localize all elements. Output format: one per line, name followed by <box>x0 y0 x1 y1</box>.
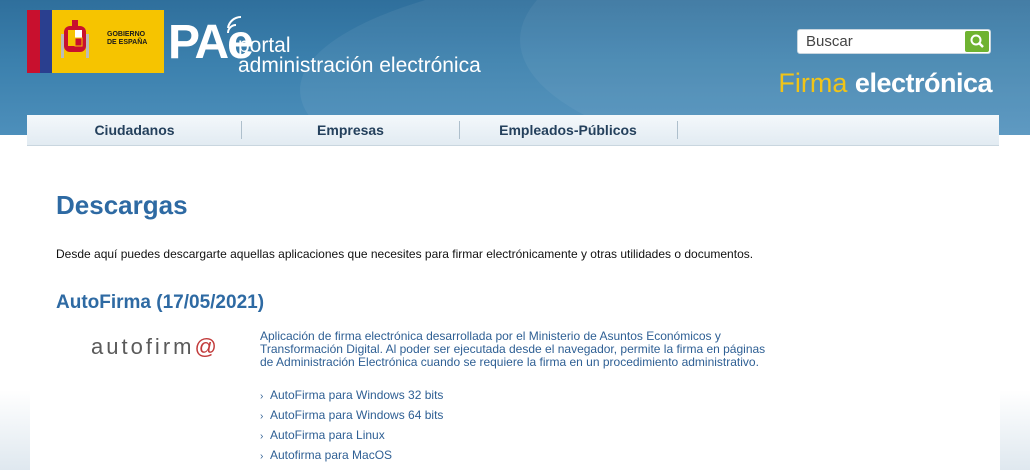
gov-logo-line-2: DE ESPAÑA <box>107 39 148 46</box>
page-shadow-right <box>1000 390 1030 470</box>
firma-title-part-2: electrónica <box>854 68 993 98</box>
chevron-right-icon: › <box>260 411 264 422</box>
firma-title-part-1: Firma <box>778 68 848 98</box>
download-links: › AutoFirma para Windows 32 bits › AutoFir… <box>260 386 443 466</box>
link-label[interactable]: AutoFirma para Linux <box>270 428 385 442</box>
page-shadow-left <box>0 390 30 470</box>
autofirma-logo-at: @ <box>194 334 220 359</box>
eu-stripe: ★ ★ ★ <box>40 10 63 73</box>
nav-item-empleados-publicos[interactable]: Empleados-Públicos <box>459 115 677 145</box>
download-link-linux[interactable]: › AutoFirma para Linux <box>260 426 443 446</box>
autofirma-logo: autofirm@ <box>91 334 220 360</box>
firma-electronica-title: Firma electrónica <box>778 67 992 99</box>
download-link-windows-64[interactable]: › AutoFirma para Windows 64 bits <box>260 406 443 426</box>
nav-separator <box>677 121 678 139</box>
main-nav: Ciudadanos Empresas Empleados-Públicos <box>27 115 999 146</box>
search-button[interactable] <box>965 31 989 52</box>
coat-of-arms-icon <box>61 20 89 58</box>
chevron-right-icon: › <box>260 391 264 402</box>
page-title: Descargas <box>56 190 188 220</box>
gov-logo-text: GOBIERNO DE ESPAÑA <box>107 31 147 47</box>
search-input[interactable] <box>798 30 964 53</box>
link-label[interactable]: AutoFirma para Windows 32 bits <box>270 388 443 402</box>
nav-item-empresas[interactable]: Empresas <box>242 115 459 145</box>
gobierno-espana-logo[interactable]: ★ ★ ★ GOBIERNO DE ESPAÑA <box>27 10 164 73</box>
search-icon <box>970 34 984 48</box>
search-box <box>797 29 991 54</box>
intro-text: Desde aquí puedes descargarte aquellas a… <box>56 247 754 261</box>
chevron-right-icon: › <box>260 451 264 462</box>
gov-logo-line-1: GOBIERNO <box>107 31 146 38</box>
link-label[interactable]: Autofirma para MacOS <box>270 448 392 462</box>
section-title-autofirma: AutoFirma (17/05/2021) <box>56 292 265 313</box>
autofirma-logo-text: autofirm <box>91 334 195 359</box>
nav-item-ciudadanos[interactable]: Ciudadanos <box>27 115 242 145</box>
download-link-windows-32[interactable]: › AutoFirma para Windows 32 bits <box>260 386 443 406</box>
pae-admin-text: administración electrónica <box>238 54 481 77</box>
flag-red-stripe <box>27 10 40 73</box>
download-link-macos[interactable]: › Autofirma para MacOS <box>260 446 443 466</box>
link-label[interactable]: AutoFirma para Windows 64 bits <box>270 408 443 422</box>
autofirma-description: Aplicación de firma electrónica desarrol… <box>260 329 766 369</box>
chevron-right-icon: › <box>260 431 264 442</box>
